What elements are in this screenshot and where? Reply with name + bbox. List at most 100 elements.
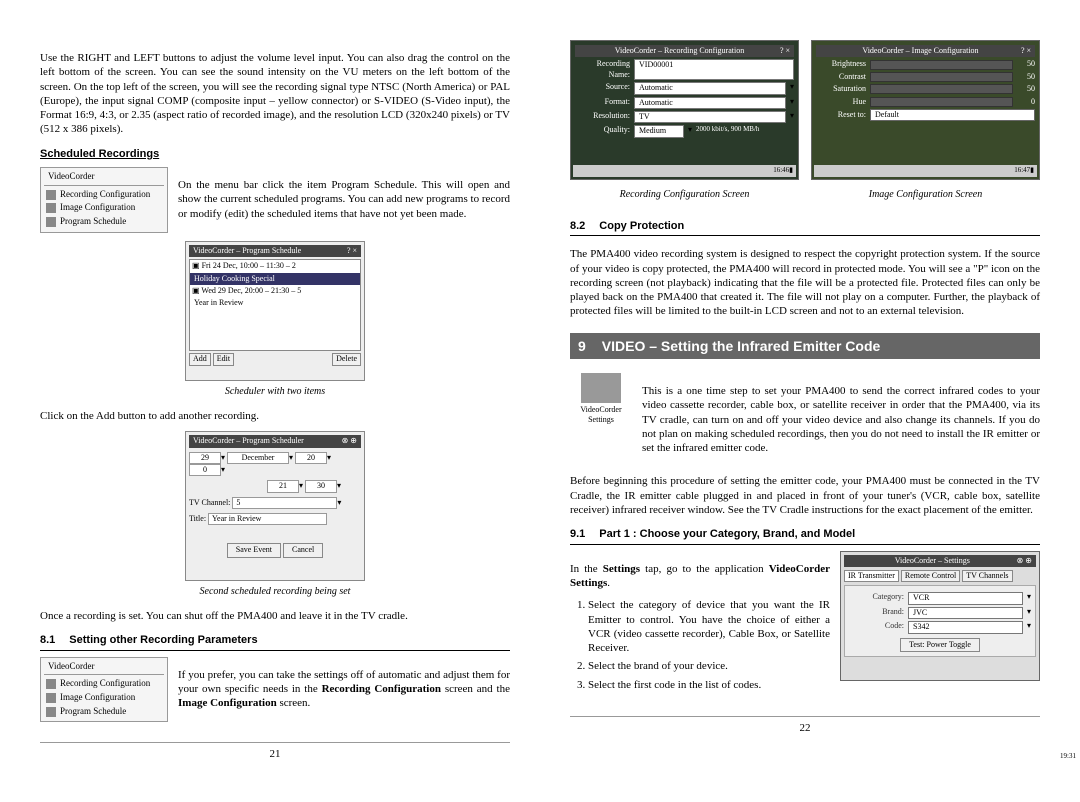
close-icon[interactable]: ? × <box>347 246 357 256</box>
close-icon[interactable]: ⊗ ⊕ <box>1017 556 1032 566</box>
scheduler-caption: Scheduler with two items <box>40 385 510 398</box>
menu-recording-config[interactable]: Recording Configuration <box>44 188 164 202</box>
delete-button[interactable]: Delete <box>332 353 361 365</box>
end-m[interactable]: 30 <box>305 480 337 492</box>
once-set-paragraph: Once a recording is set. You can shut of… <box>40 609 510 623</box>
source-select[interactable]: Automatic <box>634 82 786 94</box>
test-power-button[interactable]: Test: Power Toggle <box>900 638 980 652</box>
tab-remote-control[interactable]: Remote Control <box>901 570 960 582</box>
chapter-9-intro-block: VideoCorder Settings This is a one time … <box>570 373 1040 463</box>
page-spread: Use the RIGHT and LEFT buttons to adjust… <box>40 40 1040 762</box>
menu-and-text-block: VideoCorder Recording Configuration Imag… <box>40 167 510 233</box>
schedule-item-1-title: Holiday Cooking Special <box>190 273 360 285</box>
menu-program-schedule-2[interactable]: Program Schedule <box>44 705 164 719</box>
page-22: VideoCorder – Recording Configuration? ×… <box>570 40 1040 762</box>
page-21: Use the RIGHT and LEFT buttons to adjust… <box>40 40 510 762</box>
rc-caption: Recording Configuration Screen <box>570 188 799 201</box>
bitrate-label: 2000 kbit/s, 900 MB/h <box>696 125 759 137</box>
tvchannel-label: TV Channel: <box>189 498 230 507</box>
scheduler-window: VideoCorder – Program Schedule? × ▣ Fri … <box>185 241 365 381</box>
search-icon <box>46 190 56 200</box>
program-scheduler-window: VideoCorder – Program Scheduler⊗ ⊕ 29▾ D… <box>185 431 365 581</box>
recname-input[interactable]: VID00001 <box>634 59 794 80</box>
section-9-1-heading: 9.1 Part 1 : Choose your Category, Brand… <box>570 527 1040 544</box>
statusbar: 16:46 ▮ <box>573 165 796 177</box>
close-icon[interactable]: ⊗ ⊕ <box>342 436 357 446</box>
start-h[interactable]: 20 <box>295 452 327 464</box>
brand-select[interactable]: JVC <box>908 607 1023 619</box>
close-icon[interactable]: ? × <box>780 46 790 56</box>
step-3: Select the first code in the list of cod… <box>588 678 830 692</box>
section-8-1-heading: 8.1 Setting other Recording Parameters <box>40 633 510 650</box>
chapter-9-intro: This is a one time step to set your PMA4… <box>642 384 1040 455</box>
copy-protection-para: The PMA400 video recording system is des… <box>570 247 1040 318</box>
schedule-item-2-title: Year in Review <box>190 297 360 309</box>
title-input[interactable]: Year in Review <box>208 513 327 525</box>
schedule-item-1[interactable]: ▣ Fri 24 Dec, 10:00 – 11:30 – 2 <box>190 260 360 272</box>
step-2: Select the brand of your device. <box>588 659 830 673</box>
step-1: Select the category of device that you w… <box>588 598 830 655</box>
chapter-9-heading: 9 VIDEO – Setting the Infrared Emitter C… <box>570 333 1040 359</box>
recording-config-screen: VideoCorder – Recording Configuration? ×… <box>570 40 799 180</box>
cassette-icon <box>581 373 621 403</box>
saturation-slider[interactable] <box>870 84 1013 94</box>
status-time: 19:31 <box>1060 752 1076 761</box>
scheduled-recordings-heading: Scheduled Recordings <box>40 147 510 161</box>
section-8-1-para: If you prefer, you can take the settings… <box>178 668 510 711</box>
schedule-paragraph: On the menu bar click the item Program S… <box>178 178 510 221</box>
schedule-item-2[interactable]: ▣ Wed 29 Dec, 20:00 – 21:30 – 5 <box>190 285 360 297</box>
videocorder-settings-icon: VideoCorder Settings <box>570 373 632 426</box>
brightness-slider[interactable] <box>870 60 1013 70</box>
section-8-2-heading: 8.2 Copy Protection <box>570 219 1040 236</box>
hue-slider[interactable] <box>870 97 1013 107</box>
cancel-button[interactable]: Cancel <box>283 543 323 557</box>
ic-caption: Image Configuration Screen <box>811 188 1040 201</box>
section-9-1-block: In the Settings tap, go to the applicati… <box>570 551 1040 696</box>
category-select[interactable]: VCR <box>908 592 1023 604</box>
tab-ir-transmitter[interactable]: IR Transmitter <box>844 570 899 582</box>
save-event-button[interactable]: Save Event <box>227 543 281 557</box>
format-select[interactable]: Automatic <box>634 97 786 109</box>
menu-title: VideoCorder <box>48 171 94 183</box>
videocorder-menu-2: VideoCorder Recording Configuration Imag… <box>40 657 168 723</box>
config-screens-row: VideoCorder – Recording Configuration? ×… <box>570 40 1040 180</box>
intro-paragraph: Use the RIGHT and LEFT buttons to adjust… <box>40 51 510 137</box>
end-h[interactable]: 21 <box>267 480 299 492</box>
reset-select[interactable]: Default <box>870 109 1035 121</box>
menu-program-schedule[interactable]: Program Schedule <box>44 215 164 229</box>
chapter-9-before: Before beginning this procedure of setti… <box>570 474 1040 517</box>
sliders-icon <box>46 693 56 703</box>
start-m[interactable]: 0 <box>189 464 221 476</box>
section-8-1-block: VideoCorder Recording Configuration Imag… <box>40 657 510 723</box>
tvchannel-select[interactable]: 5 <box>232 497 337 509</box>
menu-recording-config-2[interactable]: Recording Configuration <box>44 677 164 691</box>
clock-icon <box>46 217 56 227</box>
close-icon[interactable]: ? × <box>1021 46 1031 56</box>
edit-button[interactable]: Edit <box>213 353 234 365</box>
add-instruction: Click on the Add button to add another r… <box>40 409 510 423</box>
image-config-screen: VideoCorder – Image Configuration? × Bri… <box>811 40 1040 180</box>
month-select[interactable]: December <box>227 452 289 464</box>
program-caption: Second scheduled recording being set <box>40 585 510 598</box>
menu-image-config-2[interactable]: Image Configuration <box>44 691 164 705</box>
settings-nav-instruction: In the Settings tap, go to the applicati… <box>570 562 830 591</box>
menu-image-config[interactable]: Image Configuration <box>44 201 164 215</box>
program-scheduler-titlebar: VideoCorder – Program Scheduler⊗ ⊕ <box>189 435 361 447</box>
tab-tv-channels[interactable]: TV Channels <box>962 570 1012 582</box>
setup-steps-list: Select the category of device that you w… <box>570 598 830 692</box>
add-button[interactable]: Add <box>189 353 211 365</box>
statusbar: 16:47 ▮ <box>814 165 1037 177</box>
title-label: Title: <box>189 514 206 523</box>
quality-select[interactable]: Medium <box>634 125 684 137</box>
resolution-select[interactable]: TV <box>634 111 786 123</box>
scheduler-titlebar: VideoCorder – Program Schedule? × <box>189 245 361 257</box>
page-number-22: 22 <box>570 716 1040 735</box>
sliders-icon <box>46 203 56 213</box>
page-number-21: 21 <box>40 742 510 761</box>
day-select[interactable]: 29 <box>189 452 221 464</box>
search-icon <box>46 679 56 689</box>
code-select[interactable]: S342 <box>908 621 1023 633</box>
contrast-slider[interactable] <box>870 72 1013 82</box>
videocorder-menu: VideoCorder Recording Configuration Imag… <box>40 167 168 233</box>
recname-label: Recording Name: <box>575 59 630 80</box>
